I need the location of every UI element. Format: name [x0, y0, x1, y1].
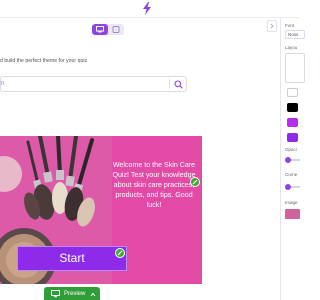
top-bar [0, 0, 300, 18]
edit-text-button[interactable] [190, 177, 200, 187]
theme-search [0, 76, 187, 92]
color-swatch-text[interactable] [287, 103, 298, 112]
monitor-icon [51, 290, 60, 298]
search-icon[interactable] [174, 80, 183, 89]
edit-start-button[interactable] [115, 248, 125, 258]
color-swatch-button[interactable] [287, 133, 298, 142]
pencil-icon [117, 250, 123, 256]
theme-subtitle: d build the perfect theme for your quiz. [0, 58, 89, 64]
background-image-thumbnail[interactable] [285, 209, 300, 219]
search-input[interactable] [1, 79, 161, 89]
corner-label: Corne [285, 172, 298, 177]
mobile-view-button[interactable] [108, 24, 124, 35]
opacity-label: Opaci [285, 147, 297, 152]
desktop-view-button[interactable] [92, 24, 108, 35]
desktop-icon [96, 26, 104, 33]
mobile-icon [112, 26, 120, 33]
chevron-right-icon [270, 23, 274, 29]
layout-label: Layou [285, 45, 298, 50]
font-label: Font [285, 23, 295, 28]
preview-label: Preview [64, 291, 86, 297]
preview-button[interactable]: Preview [44, 287, 100, 300]
collapse-panel-button[interactable] [267, 20, 277, 32]
corner-slider-handle[interactable] [285, 184, 291, 190]
color-swatch-accent[interactable] [287, 118, 298, 127]
quiz-welcome-text[interactable]: Welcome to the Skin Care Quiz! Test your… [110, 160, 198, 210]
view-toggle [92, 24, 124, 35]
search-divider [169, 79, 170, 89]
color-swatch-background[interactable] [287, 88, 298, 97]
start-button[interactable]: Start [17, 246, 127, 271]
font-select[interactable]: Noss [285, 30, 305, 39]
opacity-slider-handle[interactable] [285, 157, 291, 163]
pencil-icon [192, 179, 198, 185]
layout-options[interactable] [285, 53, 305, 83]
chevron-up-icon [90, 292, 96, 297]
app-logo-icon [143, 2, 151, 15]
image-label: Image [285, 200, 298, 205]
